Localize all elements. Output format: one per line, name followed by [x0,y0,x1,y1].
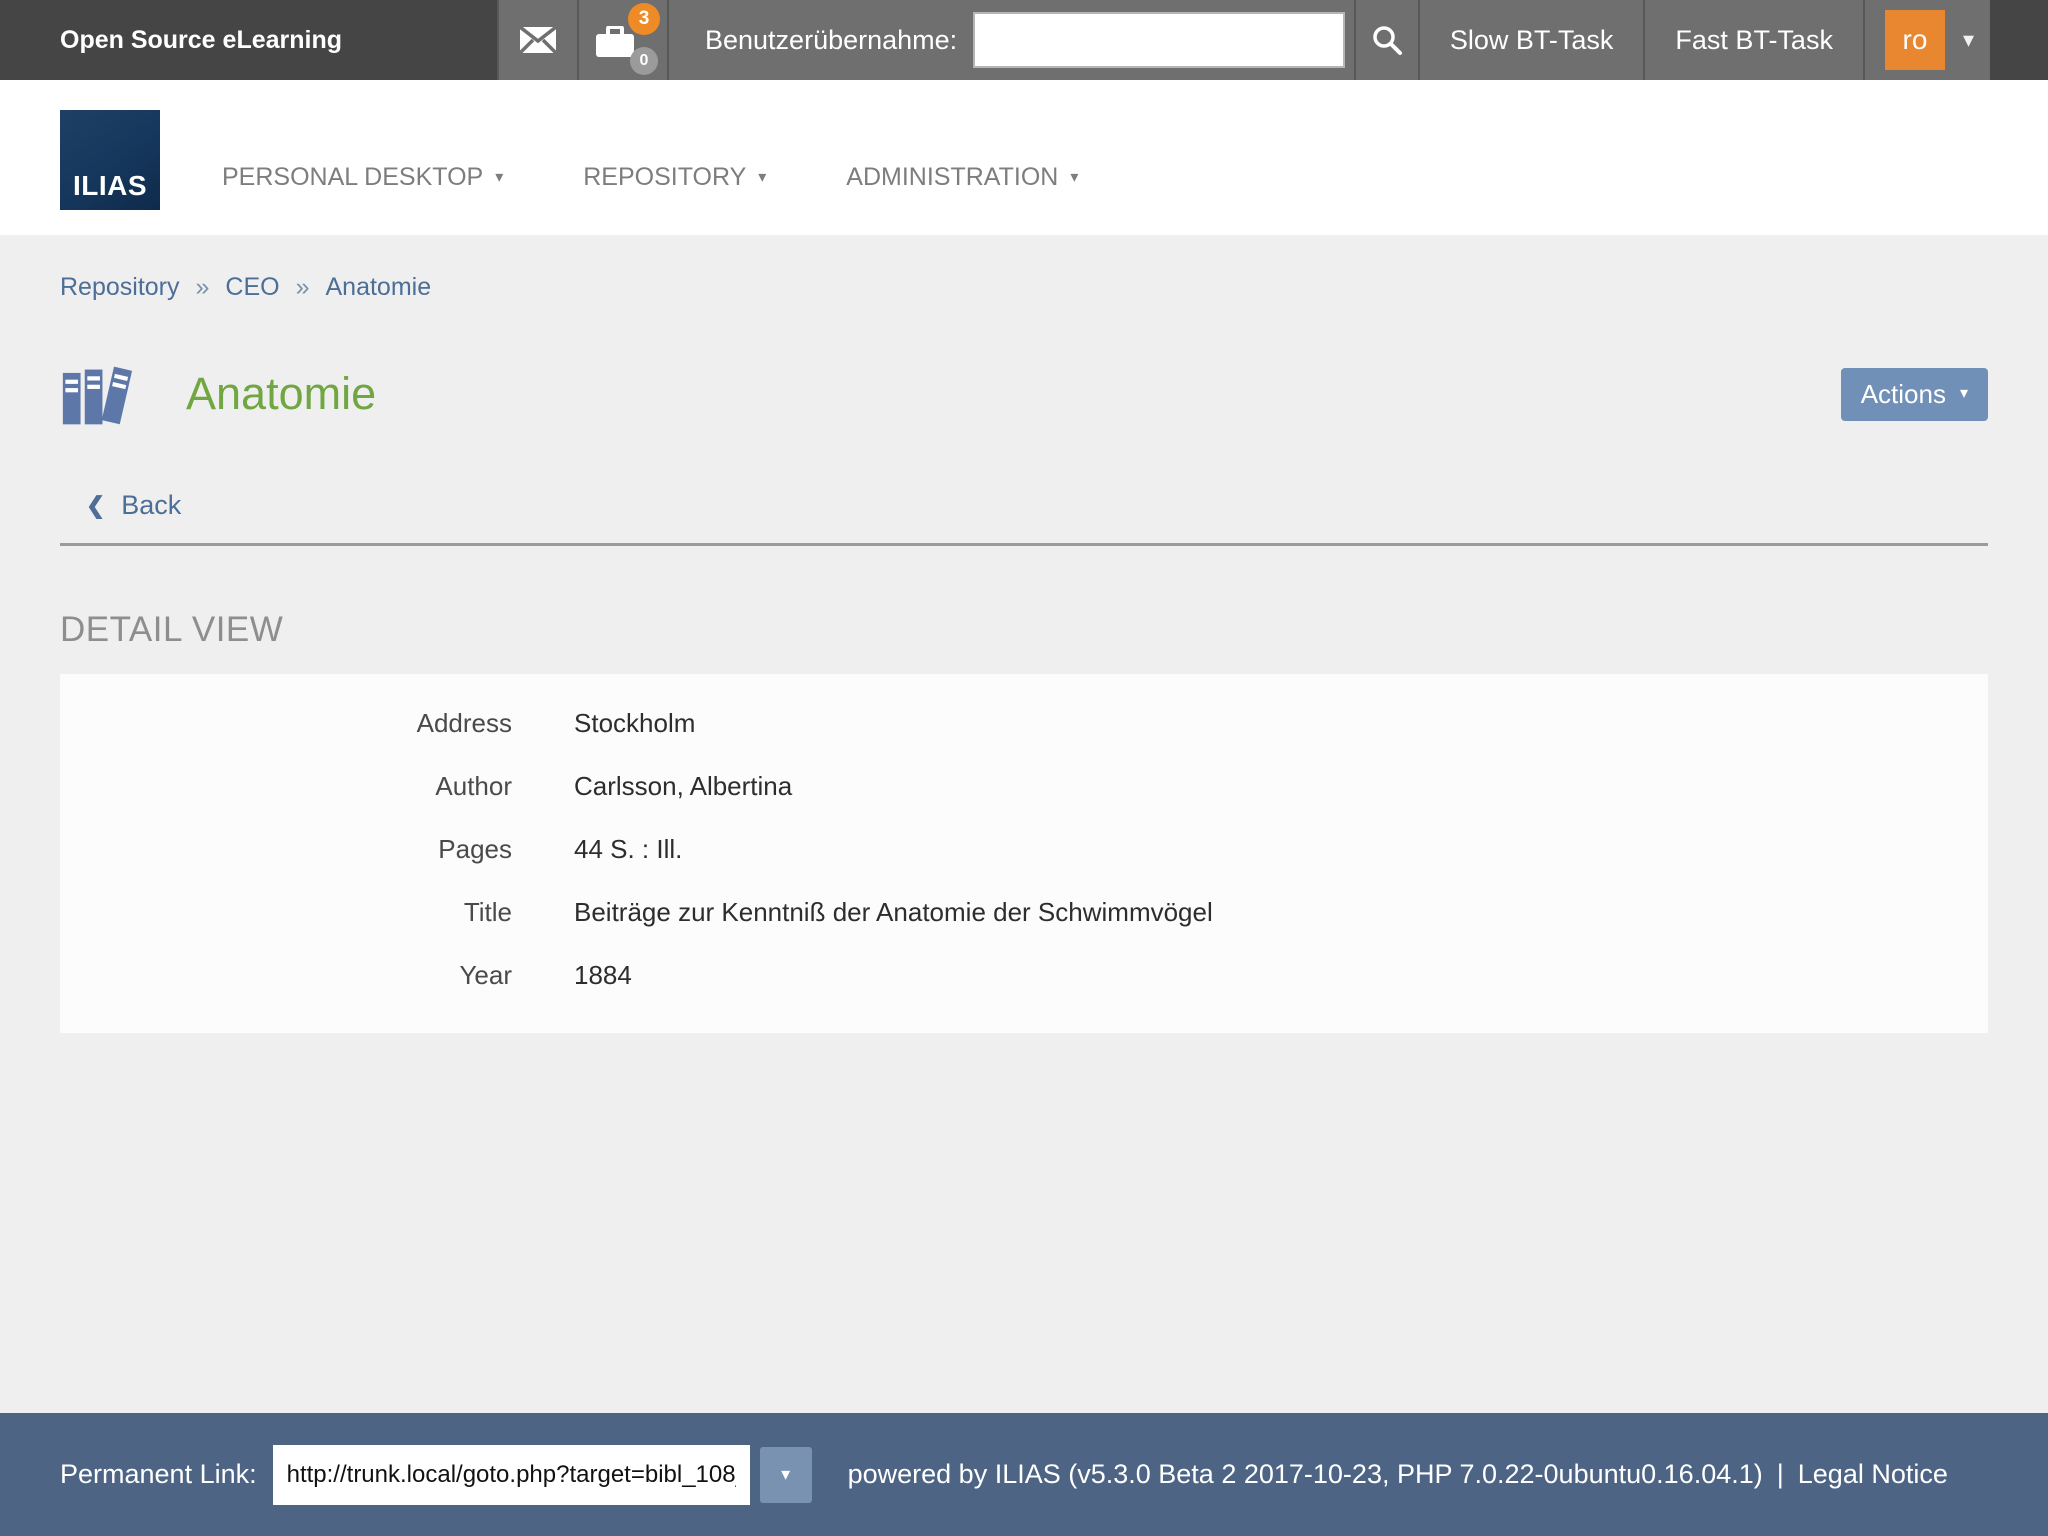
table-row: Pages 44 S. : Ill. [60,818,1988,881]
task-count-badge: 3 [628,3,660,35]
permalink-dropdown-button[interactable]: ▾ [760,1447,812,1503]
actions-button[interactable]: Actions ▾ [1841,368,1988,421]
task-count-badge-secondary: 0 [630,47,658,75]
chevron-down-icon: ▾ [1960,386,1968,402]
bibliography-books-icon [62,360,148,428]
permalink-label: Permanent Link: [60,1459,257,1490]
breadcrumb: Repository » CEO » Anatomie [0,235,2048,302]
chevron-down-icon: ▾ [781,1464,790,1484]
topbar: Open Source eLearning 3 0 Benutzerüberna… [0,0,2048,80]
detail-view-heading: DETAIL VIEW [60,610,2048,650]
mail-icon [519,26,557,54]
table-row: Year 1884 [60,944,1988,1007]
user-menu: ro ▾ [1865,0,1990,80]
detail-row-value: Carlsson, Albertina [574,771,792,802]
fast-bt-task-button[interactable]: Fast BT-Task [1645,0,1865,80]
page-title: Anatomie [186,368,376,420]
back-button[interactable]: ❮ Back [86,490,181,521]
table-row: Title Beiträge zur Kenntniß der Anatomie… [60,881,1988,944]
permalink-input[interactable] [273,1445,750,1505]
app-title: Open Source eLearning [0,0,497,80]
chevron-left-icon: ❮ [86,492,105,519]
mail-button[interactable] [497,0,577,80]
logo-text: ILIAS [73,170,147,202]
impersonate-input[interactable] [973,12,1345,68]
topbar-corner [1990,0,2048,80]
breadcrumb-repository[interactable]: Repository [60,273,180,302]
nav-repository[interactable]: REPOSITORY ▾ [583,163,766,192]
detail-row-value: 44 S. : Ill. [574,834,682,865]
table-row: Address Stockholm [60,692,1988,755]
footer: Permanent Link: ▾ powered by ILIAS (v5.3… [0,1413,2048,1536]
nav-personal-desktop[interactable]: PERSONAL DESKTOP ▾ [222,163,503,192]
impersonation-bar: Benutzerübernahme: [667,0,1354,80]
powered-by-text: powered by ILIAS (v5.3.0 Beta 2 2017-10-… [848,1459,1763,1490]
breadcrumb-separator: » [196,273,210,302]
page-header: Anatomie Actions ▾ [0,302,2048,428]
breadcrumb-anatomie[interactable]: Anatomie [326,273,432,302]
page: Open Source eLearning 3 0 Benutzerüberna… [0,0,2048,1536]
breadcrumb-separator: » [296,273,310,302]
chevron-down-icon: ▾ [495,170,503,186]
chevron-down-icon[interactable]: ▾ [1963,29,1974,51]
ilias-logo[interactable]: ILIAS [60,110,160,210]
chevron-down-icon: ▾ [1070,170,1078,186]
briefcase-icon [595,26,635,58]
chevron-down-icon: ▾ [758,170,766,186]
search-icon [1371,24,1403,56]
detail-row-value: Stockholm [574,708,695,739]
background-tasks-button[interactable]: 3 0 [577,0,667,80]
detail-panel: Address Stockholm Author Carlsson, Alber… [60,674,1988,1033]
footer-divider: | [1777,1459,1784,1490]
main-navigation: ILIAS PERSONAL DESKTOP ▾ REPOSITORY ▾ AD… [0,80,2048,235]
impersonate-label: Benutzerübernahme: [705,25,957,56]
detail-row-label: Pages [60,834,512,865]
slow-bt-task-button[interactable]: Slow BT-Task [1420,0,1646,80]
detail-row-label: Year [60,960,512,991]
table-row: Author Carlsson, Albertina [60,755,1988,818]
avatar[interactable]: ro [1885,10,1945,70]
nav-administration[interactable]: ADMINISTRATION ▾ [846,163,1078,192]
detail-row-value: 1884 [574,960,632,991]
detail-row-label: Author [60,771,512,802]
toolbar: ❮ Back [60,490,1988,546]
search-button[interactable] [1354,0,1420,80]
nav-items: PERSONAL DESKTOP ▾ REPOSITORY ▾ ADMINIST… [222,80,1078,235]
breadcrumb-ceo[interactable]: CEO [225,273,279,302]
detail-row-label: Address [60,708,512,739]
detail-row-value: Beiträge zur Kenntniß der Anatomie der S… [574,897,1213,928]
legal-notice-link[interactable]: Legal Notice [1798,1459,1948,1490]
detail-row-label: Title [60,897,512,928]
